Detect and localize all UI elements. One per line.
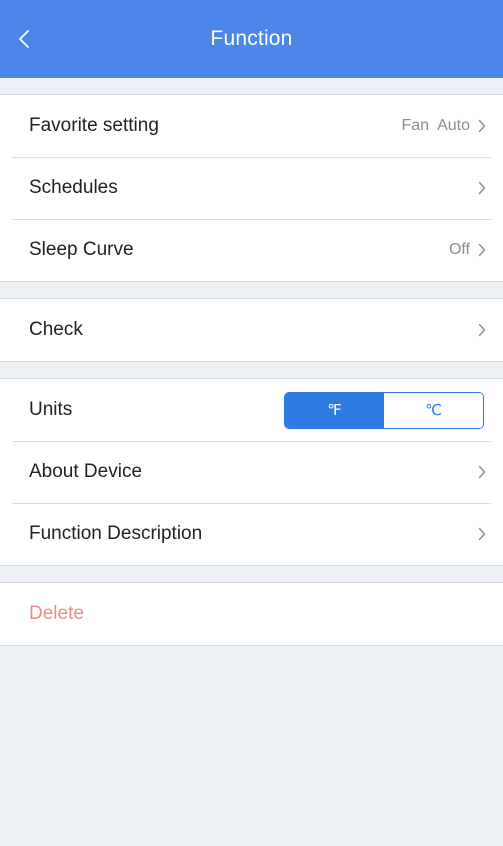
section-gap xyxy=(0,282,503,299)
favorite-setting-label: Favorite setting xyxy=(29,115,159,136)
delete-label: Delete xyxy=(29,603,84,624)
chevron-right-icon xyxy=(478,243,486,257)
sleep-curve-value: Off xyxy=(448,241,470,258)
settings-group-1: Favorite setting Fan Auto Schedules Slee… xyxy=(0,95,503,282)
bottom-background xyxy=(0,646,503,846)
section-gap xyxy=(0,566,503,583)
favorite-setting-value: Fan Auto xyxy=(401,117,471,134)
chevron-right-icon xyxy=(478,465,486,479)
back-button[interactable] xyxy=(18,0,58,78)
section-gap xyxy=(0,362,503,379)
favorite-setting-row[interactable]: Favorite setting Fan Auto xyxy=(0,95,503,157)
settings-group-2: Check xyxy=(0,299,503,362)
check-row[interactable]: Check xyxy=(0,299,503,361)
units-row: Units ℉ ℃ xyxy=(0,379,503,441)
about-device-row[interactable]: About Device xyxy=(0,441,503,503)
units-toggle: ℉ ℃ xyxy=(284,391,484,429)
chevron-left-icon xyxy=(19,30,29,48)
page-title: Function xyxy=(210,27,293,50)
schedules-label: Schedules xyxy=(29,177,118,198)
celsius-option[interactable]: ℃ xyxy=(384,392,483,428)
chevron-right-icon xyxy=(478,119,486,133)
check-label: Check xyxy=(29,319,83,340)
delete-row[interactable]: Delete xyxy=(0,583,503,645)
function-description-row[interactable]: Function Description xyxy=(0,503,503,565)
chevron-right-icon xyxy=(478,181,486,195)
sleep-curve-label: Sleep Curve xyxy=(29,239,134,260)
fahrenheit-option[interactable]: ℉ xyxy=(285,392,384,428)
header-bar: Function xyxy=(0,0,503,78)
section-gap xyxy=(0,78,503,95)
schedules-row[interactable]: Schedules xyxy=(0,157,503,219)
function-description-label: Function Description xyxy=(29,523,203,544)
settings-group-3: Units ℉ ℃ About Device Function Descript… xyxy=(0,379,503,566)
about-device-label: About Device xyxy=(29,461,143,482)
units-label: Units xyxy=(29,399,73,420)
chevron-right-icon xyxy=(478,527,486,541)
chevron-right-icon xyxy=(478,323,486,337)
sleep-curve-row[interactable]: Sleep Curve Off xyxy=(0,219,503,281)
settings-group-4: Delete xyxy=(0,583,503,646)
